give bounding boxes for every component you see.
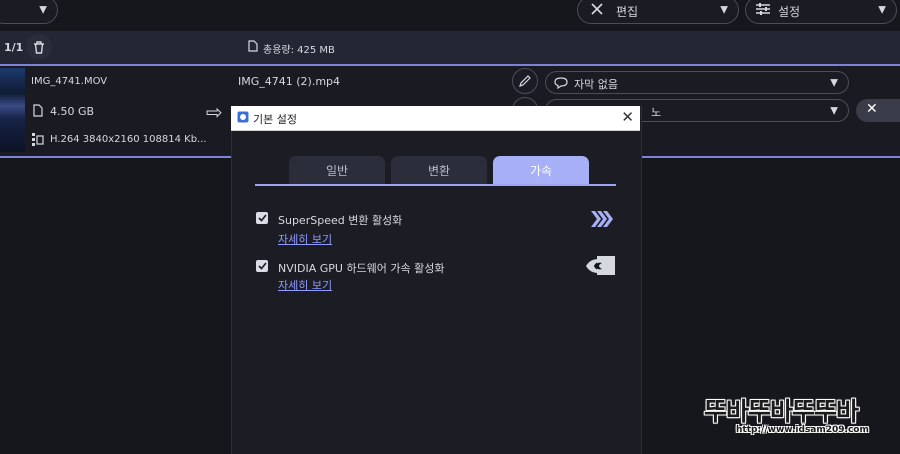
nvidia-checkbox[interactable] — [256, 260, 268, 272]
edit-dropdown[interactable]: 편집 ▼ — [577, 0, 739, 24]
trash-icon — [34, 40, 44, 54]
delete-button[interactable] — [26, 34, 52, 60]
tab-convert[interactable]: 변환 — [391, 156, 487, 184]
chevron-down-icon: ▼ — [830, 105, 838, 116]
arrow-icon: ⇨ — [206, 100, 223, 124]
total-size: 총용량: 425 MB — [263, 45, 335, 56]
list-toolbar — [0, 31, 900, 64]
source-info: H.264 3840x2160 108814 Kb... — [50, 134, 207, 145]
subtitle-value: 자막 없음 — [574, 78, 618, 91]
nvidia-label: NVIDIA GPU 하드웨어 가속 활성화 — [278, 262, 445, 275]
superspeed-label: SuperSpeed 변환 활성화 — [278, 214, 403, 227]
file-icon — [248, 40, 258, 52]
tools-icon — [591, 3, 603, 15]
sliders-icon — [756, 3, 770, 15]
chevron-down-icon: ▼ — [720, 4, 728, 16]
close-icon: ✕ — [866, 101, 878, 117]
chevron-down-icon: ▼ — [878, 4, 886, 16]
tab-underline — [255, 184, 616, 186]
source-filename: IMG_4741.MOV — [31, 76, 108, 87]
video-thumbnail[interactable] — [0, 68, 25, 152]
tab-label: 변환 — [427, 163, 451, 178]
app-logo-icon — [237, 111, 249, 123]
chevron-down-icon: ▼ — [39, 4, 47, 16]
tab-acceleration[interactable]: 가속 — [493, 156, 589, 184]
tab-label: 일반 — [325, 163, 349, 178]
rename-button[interactable] — [512, 68, 538, 94]
superspeed-more-link[interactable]: 자세히 보기 — [278, 231, 332, 247]
page-count: 1/1 — [4, 41, 24, 54]
pencil-icon — [519, 75, 531, 87]
watermark-url: http://www.idsam209.com — [736, 425, 869, 435]
tab-general[interactable]: 일반 — [289, 156, 385, 184]
watermark-brand: 뚜바뚜바뚜뚜바 — [704, 397, 859, 426]
settings-label: 설정 — [778, 5, 801, 19]
check-icon — [257, 214, 267, 222]
nvidia-more-link[interactable]: 자세히 보기 — [278, 277, 332, 293]
speech-bubble-icon — [554, 77, 568, 89]
convert-button[interactable]: ✕ — [856, 99, 900, 122]
audio-value: 노 — [651, 106, 662, 119]
tab-label: 가속 — [529, 163, 553, 178]
chevron-down-icon: ▼ — [830, 77, 838, 88]
superspeed-icon — [591, 211, 613, 227]
output-filename: IMG_4741 (2).mp4 — [238, 75, 341, 88]
dialog-title: 기본 설정 — [253, 113, 297, 126]
edit-label: 편집 — [616, 5, 639, 19]
superspeed-checkbox[interactable] — [256, 212, 268, 224]
watermark: 뚜바뚜바뚜뚜바 http://www.idsam209.com — [704, 392, 882, 440]
nvidia-icon — [586, 256, 615, 275]
check-icon — [257, 262, 267, 270]
codec-icon — [32, 133, 44, 146]
dialog-titlebar: 기본 설정 ✕ — [231, 106, 640, 131]
dialog-close-icon[interactable]: ✕ — [621, 108, 634, 126]
subtitle-dropdown[interactable]: 자막 없음 ▼ — [545, 71, 849, 94]
format-dropdown[interactable]: ▼ — [0, 0, 58, 24]
file-size-icon — [33, 104, 43, 117]
source-size: 4.50 GB — [50, 105, 95, 118]
settings-dropdown[interactable]: 설정 ▼ — [745, 0, 897, 24]
